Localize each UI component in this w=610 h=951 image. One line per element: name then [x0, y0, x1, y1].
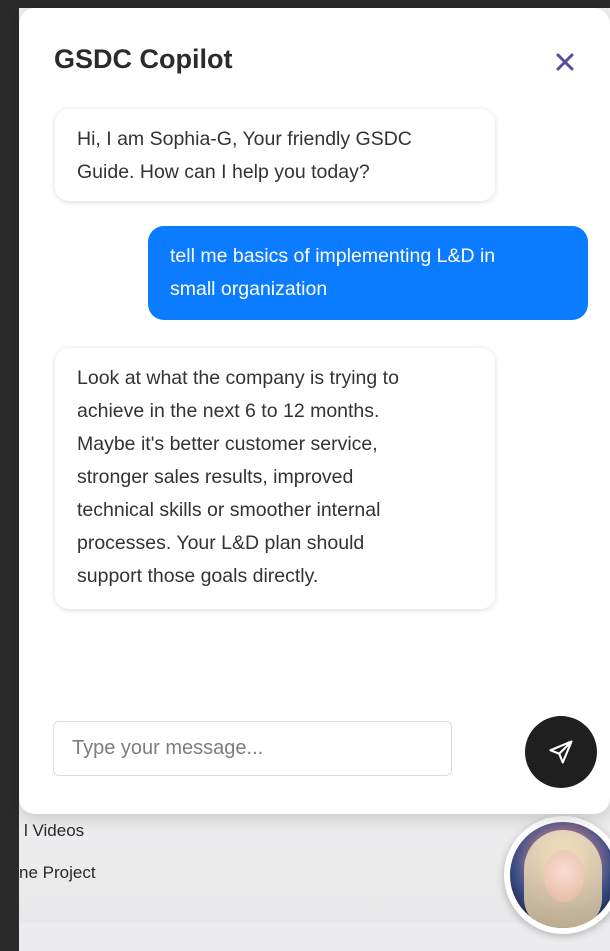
close-icon [556, 53, 574, 71]
close-button[interactable] [549, 46, 581, 78]
background-footer [19, 923, 610, 951]
page-frame: l Videos ne Project GSDC Copilot Hi, I a… [19, 8, 610, 951]
avatar [510, 822, 610, 928]
assistant-avatar-button[interactable] [504, 816, 610, 934]
avatar-face [544, 850, 584, 902]
background-link-project[interactable]: ne Project [19, 863, 96, 883]
message-input[interactable] [53, 721, 452, 776]
bot-message: Look at what the company is trying to ac… [55, 348, 495, 609]
send-icon [549, 740, 573, 764]
user-message: tell me basics of implementing L&D in sm… [148, 226, 588, 320]
chat-title: GSDC Copilot [54, 44, 233, 74]
chat-panel: GSDC Copilot Hi, I am Sophia-G, Your fri… [19, 8, 610, 814]
send-button[interactable] [525, 716, 597, 788]
background-link-videos[interactable]: l Videos [24, 821, 84, 841]
bot-message: Hi, I am Sophia-G, Your friendly GSDC Gu… [55, 109, 495, 201]
